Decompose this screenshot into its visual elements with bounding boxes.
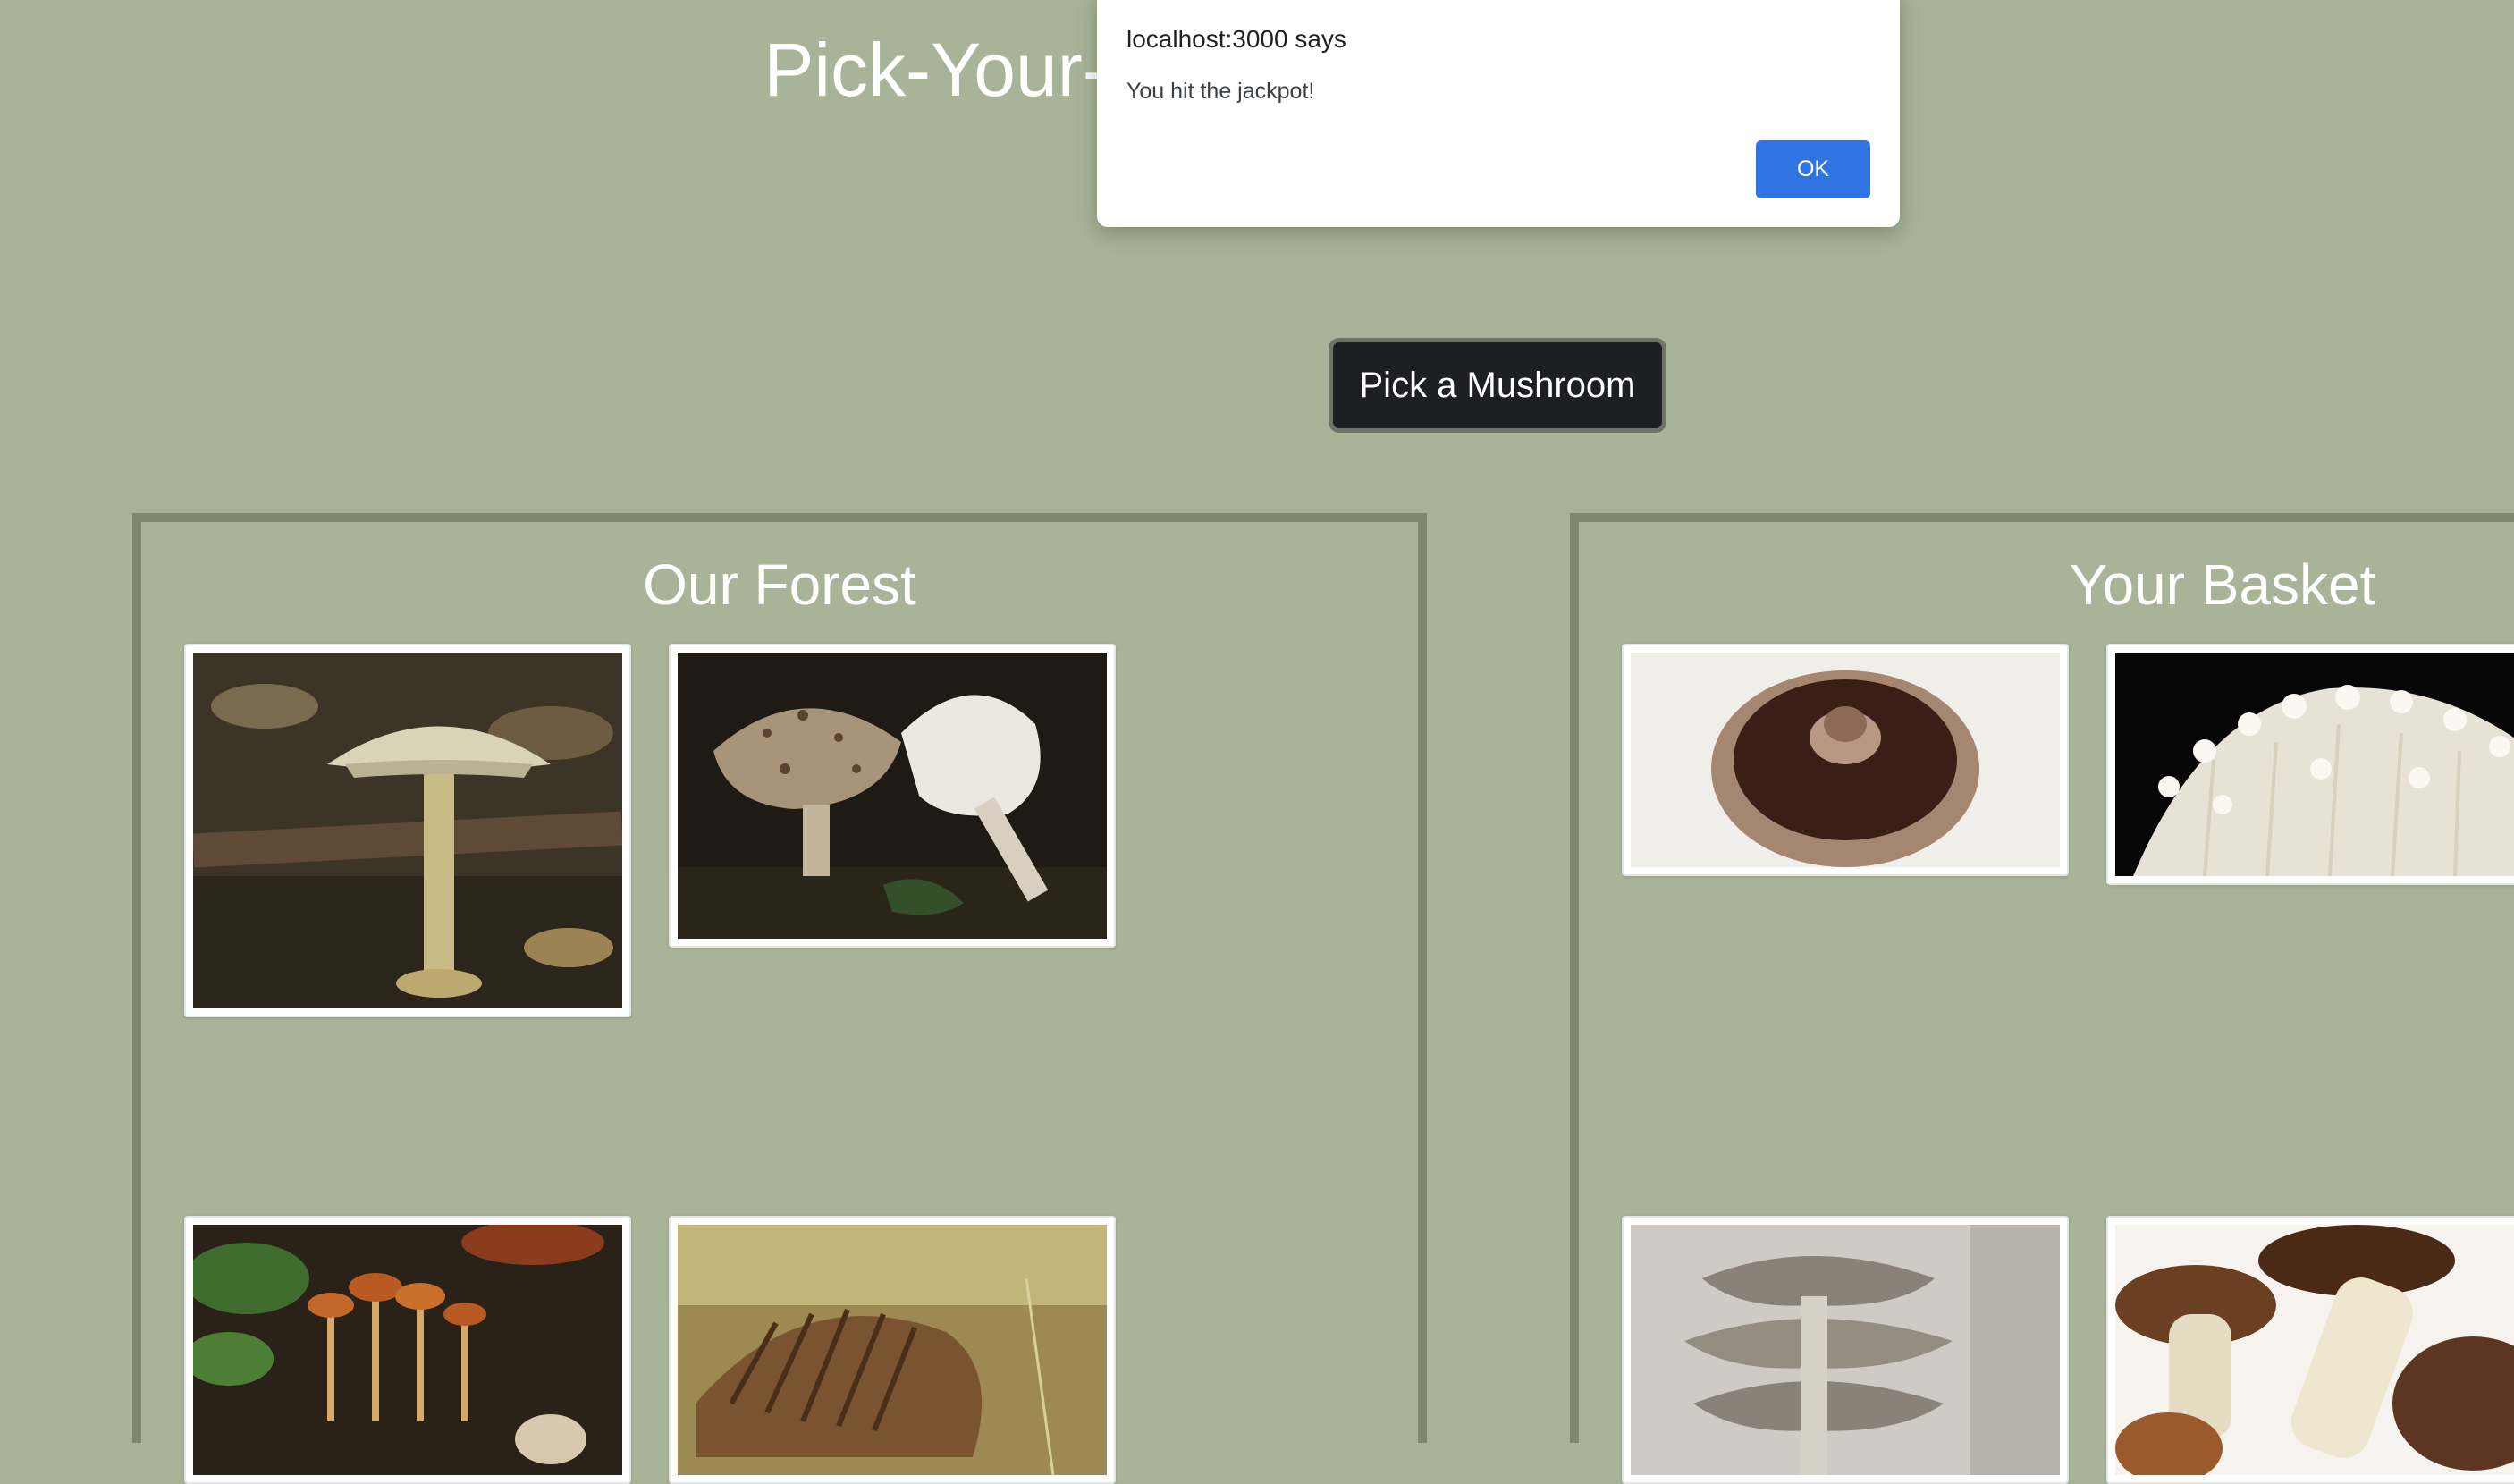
forest-mushroom-card[interactable] xyxy=(669,644,1116,948)
enoki-mushroom-photo xyxy=(2115,653,2514,876)
parasol-mushroom-photo xyxy=(678,653,1107,939)
dialog-message-text: You hit the jackpot! xyxy=(1126,79,1315,104)
forest-mushroom-card[interactable] xyxy=(184,1216,631,1484)
basket-mushroom-card[interactable] xyxy=(1622,644,2069,876)
basket-panel: Your Basket xyxy=(1570,513,2514,1484)
forest-panel-title: Our Forest xyxy=(643,552,916,617)
basket-mushroom-card[interactable] xyxy=(2106,1216,2514,1484)
portobello-mushroom-photo xyxy=(1631,653,2060,867)
porcini-mushroom-photo xyxy=(2115,1225,2514,1475)
forest-panel: Our Forest xyxy=(132,513,1427,1484)
pick-mushroom-button[interactable]: Pick a Mushroom xyxy=(1329,338,1666,433)
brown-gilled-mushroom-photo xyxy=(678,1225,1107,1475)
ok-button[interactable]: OK xyxy=(1756,140,1870,198)
basket-mushroom-card[interactable] xyxy=(2106,644,2514,885)
forest-mushroom-card[interactable] xyxy=(669,1216,1116,1484)
oyster-mushroom-photo xyxy=(1631,1225,2060,1475)
dialog-origin-text: localhost:3000 says xyxy=(1126,25,1346,53)
orange-mushroom-cluster-photo xyxy=(193,1225,622,1475)
death-cap-mushroom-photo xyxy=(193,653,622,1008)
forest-mushroom-card[interactable] xyxy=(184,644,631,1017)
basket-mushroom-card[interactable] xyxy=(1622,1216,2069,1484)
alert-dialog: localhost:3000 says You hit the jackpot!… xyxy=(1097,0,1900,227)
basket-panel-title: Your Basket xyxy=(2069,552,2376,617)
